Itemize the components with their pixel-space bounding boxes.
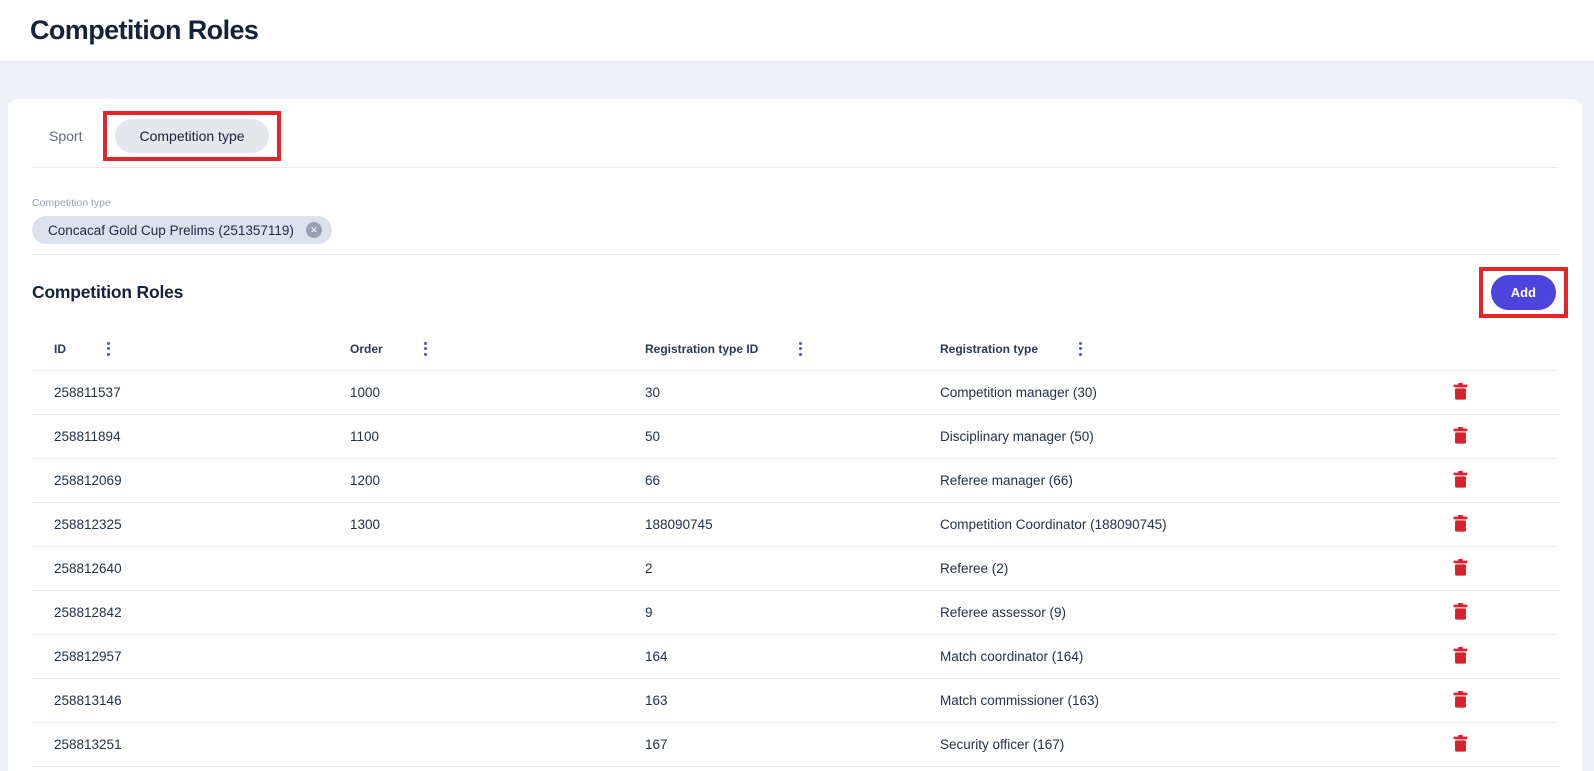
table-row: 258812640 2 Referee (2) (32, 546, 1558, 590)
delete-row-button[interactable] (1451, 645, 1470, 666)
cell-registration-type: Match commissioner (163) (918, 678, 1438, 722)
cell-id: 258812069 (32, 458, 328, 502)
cell-registration-type: Referee assessor (9) (918, 590, 1438, 634)
competition-type-chip[interactable]: Concacaf Gold Cup Prelims (251357119) ✕ (32, 216, 332, 244)
table-header-row: ID Order Registration type ID Registrati… (32, 328, 1558, 370)
table-row: 258812957 164 Match coordinator (164) (32, 634, 1558, 678)
delete-row-button[interactable] (1451, 425, 1470, 446)
table-body: 258811537 1000 30 Competition manager (3… (32, 370, 1558, 766)
cell-registration-type-id: 164 (623, 634, 918, 678)
tab-competition-type[interactable]: Competition type (115, 119, 268, 153)
cell-registration-type: Competition manager (30) (918, 370, 1438, 414)
cell-registration-type: Referee manager (66) (918, 458, 1438, 502)
column-header-registration-type: Registration type (940, 342, 1038, 356)
table-row: 258811894 1100 50 Disciplinary manager (… (32, 414, 1558, 458)
cell-registration-type-id: 188090745 (623, 502, 918, 546)
annotation-box-add: Add (1479, 267, 1568, 318)
cell-id: 258812842 (32, 590, 328, 634)
section-header: Competition Roles Add (32, 267, 1558, 318)
cell-id: 258813146 (32, 678, 328, 722)
page-title: Competition Roles (30, 15, 258, 46)
cell-registration-type-id: 2 (623, 546, 918, 590)
column-menu-icon[interactable] (421, 339, 430, 359)
cell-order: 1300 (328, 502, 623, 546)
delete-row-button[interactable] (1451, 469, 1470, 490)
table-row: 258813146 163 Match commissioner (163) (32, 678, 1558, 722)
cell-order (328, 678, 623, 722)
section-title: Competition Roles (32, 282, 183, 303)
trash-icon (1453, 559, 1468, 576)
cell-registration-type: Security officer (167) (918, 722, 1438, 766)
cell-id: 258811894 (32, 414, 328, 458)
cell-registration-type-id: 30 (623, 370, 918, 414)
remove-chip-icon[interactable]: ✕ (306, 222, 322, 238)
cell-order: 1100 (328, 414, 623, 458)
cell-registration-type: Competition Coordinator (188090745) (918, 502, 1438, 546)
trash-icon (1453, 427, 1468, 444)
cell-order: 1200 (328, 458, 623, 502)
delete-row-button[interactable] (1451, 601, 1470, 622)
cell-registration-type-id: 163 (623, 678, 918, 722)
trash-icon (1453, 383, 1468, 400)
column-menu-icon[interactable] (1076, 339, 1085, 359)
cell-order (328, 634, 623, 678)
content-card: Sport Competition type Competition type … (8, 99, 1582, 771)
cell-order (328, 722, 623, 766)
cell-registration-type: Referee (2) (918, 546, 1438, 590)
trash-icon (1453, 515, 1468, 532)
page-header: Competition Roles (0, 0, 1594, 62)
trash-icon (1453, 691, 1468, 708)
chip-label: Concacaf Gold Cup Prelims (251357119) (48, 223, 294, 238)
delete-row-button[interactable] (1451, 557, 1470, 578)
column-header-id: ID (54, 342, 66, 356)
competition-type-field: Competition type Concacaf Gold Cup Preli… (32, 197, 1558, 255)
cell-id: 258812640 (32, 546, 328, 590)
cell-id: 258812325 (32, 502, 328, 546)
add-button[interactable]: Add (1491, 275, 1556, 310)
table-row: 258813251 167 Security officer (167) (32, 722, 1558, 766)
delete-row-button[interactable] (1451, 513, 1470, 534)
cell-id: 258811537 (32, 370, 328, 414)
tab-bar: Sport Competition type (32, 111, 1558, 168)
table-row: 258811537 1000 30 Competition manager (3… (32, 370, 1558, 414)
annotation-box-tab: Competition type (103, 111, 280, 161)
cell-registration-type-id: 9 (623, 590, 918, 634)
trash-icon (1453, 471, 1468, 488)
cell-registration-type: Disciplinary manager (50) (918, 414, 1438, 458)
cell-registration-type: Match coordinator (164) (918, 634, 1438, 678)
cell-registration-type-id: 167 (623, 722, 918, 766)
cell-order (328, 590, 623, 634)
table-row: 258812325 1300 188090745 Competition Coo… (32, 502, 1558, 546)
competition-roles-table: ID Order Registration type ID Registrati… (32, 328, 1558, 767)
column-header-order: Order (350, 342, 383, 356)
cell-registration-type-id: 66 (623, 458, 918, 502)
tab-sport[interactable]: Sport (32, 119, 99, 153)
trash-icon (1453, 603, 1468, 620)
cell-order: 1000 (328, 370, 623, 414)
field-label: Competition type (32, 197, 1558, 209)
cell-registration-type-id: 50 (623, 414, 918, 458)
delete-row-button[interactable] (1451, 381, 1470, 402)
cell-id: 258813251 (32, 722, 328, 766)
cell-order (328, 546, 623, 590)
delete-row-button[interactable] (1451, 733, 1470, 754)
table-row: 258812069 1200 66 Referee manager (66) (32, 458, 1558, 502)
table-row: 258812842 9 Referee assessor (9) (32, 590, 1558, 634)
trash-icon (1453, 735, 1468, 752)
trash-icon (1453, 647, 1468, 664)
delete-row-button[interactable] (1451, 689, 1470, 710)
column-menu-icon[interactable] (796, 339, 805, 359)
page-background: Sport Competition type Competition type … (0, 62, 1594, 771)
column-header-registration-type-id: Registration type ID (645, 342, 758, 356)
cell-id: 258812957 (32, 634, 328, 678)
column-menu-icon[interactable] (104, 339, 113, 359)
